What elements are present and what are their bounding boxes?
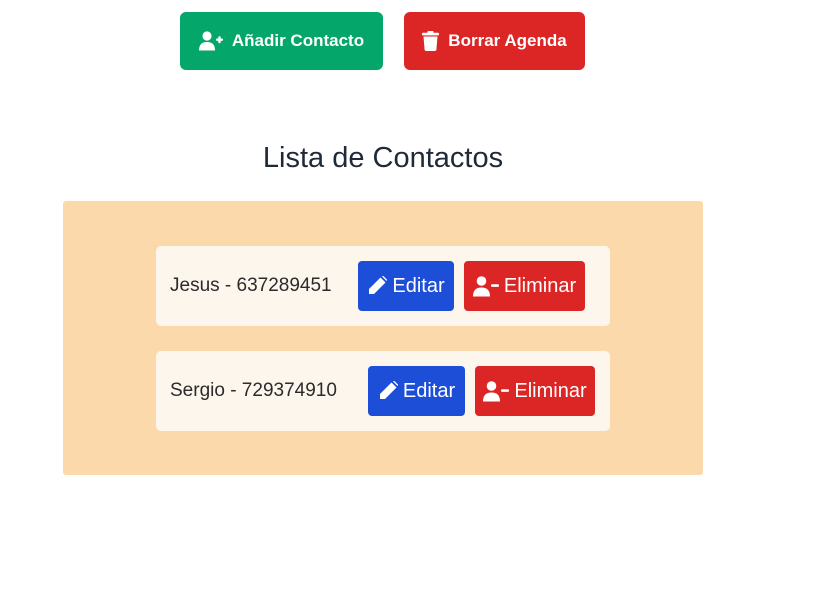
contact-card: Sergio - 729374910 Editar Eliminar (156, 351, 610, 431)
contact-info: Jesus - 637289451 (170, 275, 332, 296)
trash-icon (422, 31, 440, 51)
pencil-icon (378, 381, 398, 401)
edit-label: Editar (392, 274, 445, 297)
clear-agenda-label: Borrar Agenda (448, 31, 567, 50)
edit-contact-button[interactable]: Editar (368, 366, 465, 416)
user-plus-icon (198, 31, 223, 51)
contact-info: Sergio - 729374910 (170, 380, 337, 401)
contact-list-title: Lista de Contactos (262, 142, 504, 174)
contact-card: Jesus - 637289451 Editar Eliminar (156, 246, 610, 326)
page: Añadir Contacto Borrar Agenda Lista de C… (0, 0, 820, 615)
add-contact-label: Añadir Contacto (231, 31, 365, 50)
user-minus-icon (483, 380, 510, 402)
clear-agenda-button[interactable]: Borrar Agenda (404, 12, 585, 70)
add-contact-button[interactable]: Añadir Contacto (180, 12, 383, 70)
user-minus-icon (472, 275, 499, 297)
delete-label: Eliminar (503, 274, 577, 297)
delete-contact-button[interactable]: Eliminar (464, 261, 585, 311)
contact-list-panel: Jesus - 637289451 Editar Eliminar Sergio… (63, 201, 703, 475)
edit-contact-button[interactable]: Editar (358, 261, 454, 311)
pencil-icon (367, 276, 388, 296)
delete-label: Eliminar (514, 379, 587, 402)
edit-label: Editar (402, 379, 456, 402)
delete-contact-button[interactable]: Eliminar (475, 366, 595, 416)
